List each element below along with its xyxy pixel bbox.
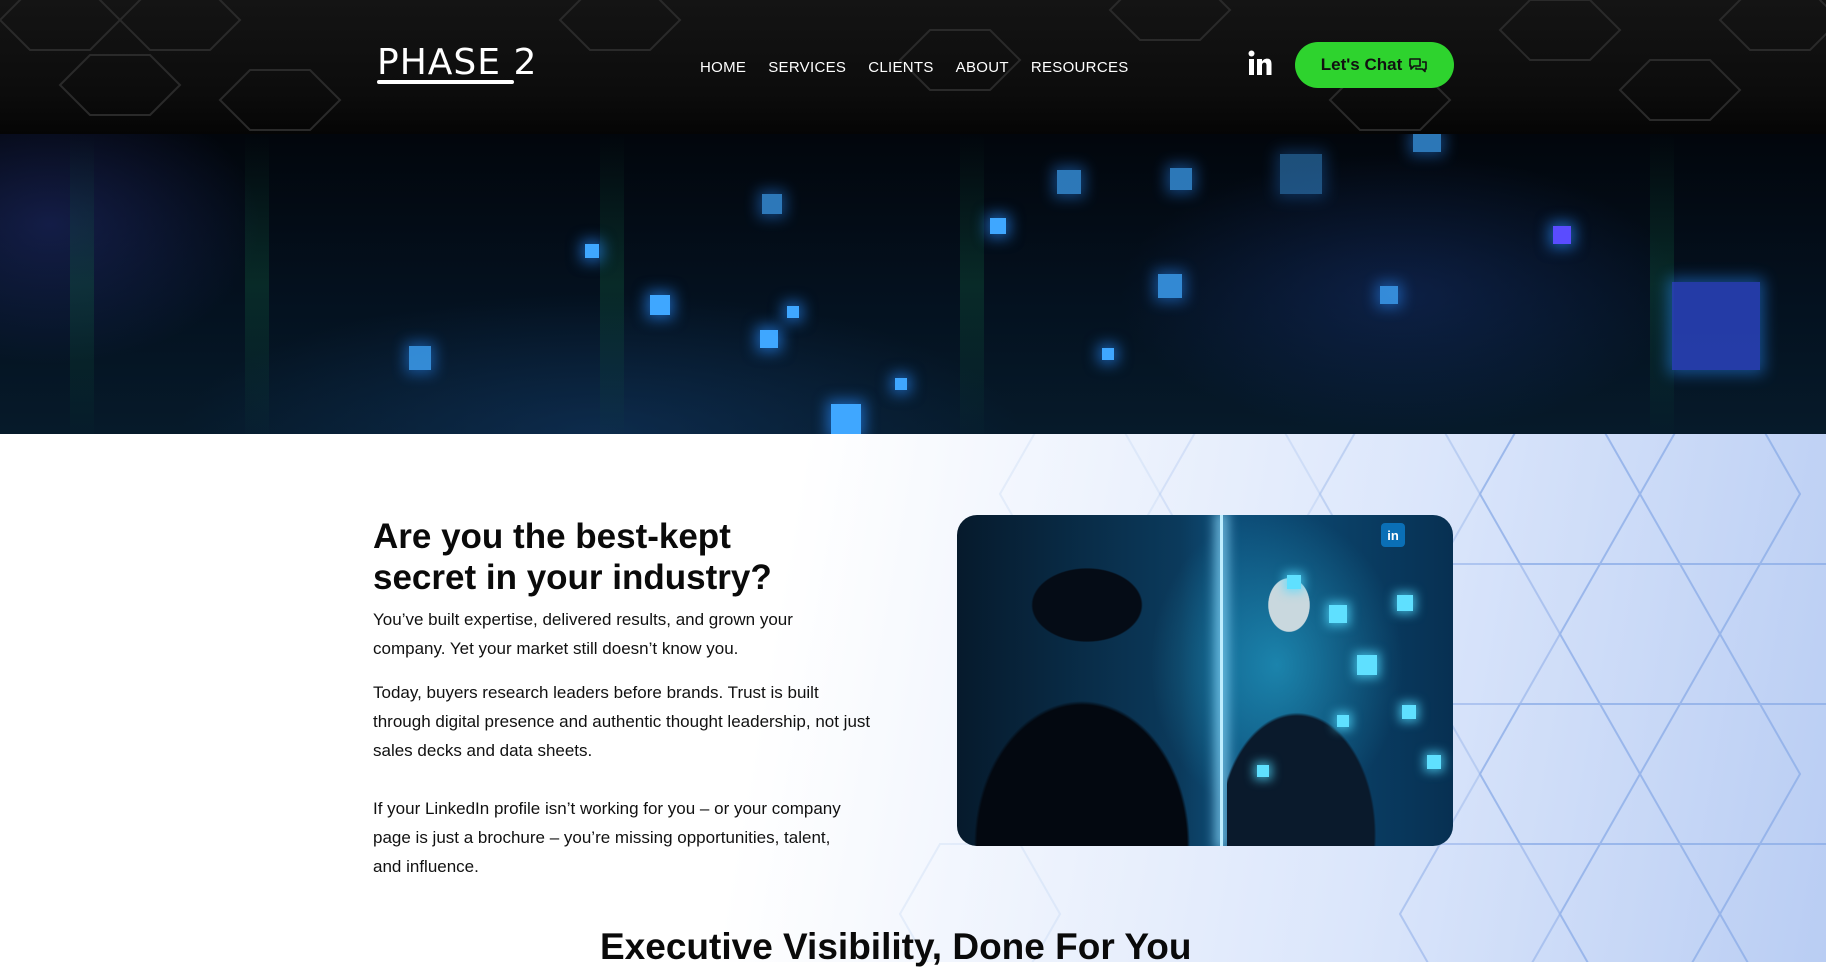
- light-stripe: [1650, 134, 1674, 434]
- nav-resources[interactable]: RESOURCES: [1031, 59, 1129, 76]
- glowing-square: [585, 244, 599, 258]
- light-stripe: [70, 134, 94, 434]
- logo-underline: [377, 80, 514, 84]
- light-stripe: [960, 134, 984, 434]
- main-nav: HOME SERVICES CLIENTS ABOUT RESOURCES: [700, 59, 1151, 76]
- glowing-square: [1170, 168, 1192, 190]
- light-stripe: [245, 134, 269, 434]
- light-divider: [1220, 515, 1223, 846]
- nav-home[interactable]: HOME: [700, 59, 746, 76]
- content-background: [0, 434, 1826, 962]
- chat-bubbles-icon: [1409, 58, 1428, 73]
- nav-clients[interactable]: CLIENTS: [868, 59, 933, 76]
- glowing-square: [650, 295, 670, 315]
- glowing-square: [831, 404, 861, 434]
- glowing-square: [1672, 282, 1760, 370]
- glowing-square: [1337, 715, 1349, 727]
- glowing-square: [895, 378, 907, 390]
- glowing-square: [1397, 595, 1413, 611]
- executive-photo: in: [957, 515, 1453, 846]
- glowing-square: [787, 306, 799, 318]
- glowing-square: [1257, 765, 1269, 777]
- site-logo[interactable]: PHASE 2: [377, 42, 537, 83]
- glowing-square: [1280, 154, 1322, 194]
- intro-paragraph: If your LinkedIn profile isn’t working f…: [373, 799, 841, 876]
- glowing-square: [762, 194, 782, 214]
- lets-chat-label: Let's Chat: [1320, 55, 1403, 74]
- lets-chat-button[interactable]: Let's Chat: [1295, 42, 1454, 88]
- intro-paragraph: You’ve built expertise, delivered result…: [373, 610, 793, 658]
- glowing-square: [1380, 286, 1398, 304]
- glowing-square: [1057, 170, 1081, 194]
- nav-services[interactable]: SERVICES: [768, 59, 846, 76]
- intro-paragraph: Today, buyers research leaders before br…: [373, 683, 871, 760]
- executive-figure: [1227, 555, 1377, 846]
- site-header: PHASE 2 HOME SERVICES CLIENTS ABOUT RESO…: [0, 0, 1826, 134]
- glowing-square: [1357, 655, 1377, 675]
- glowing-square: [1413, 134, 1441, 152]
- nav-about[interactable]: ABOUT: [956, 59, 1009, 76]
- glowing-square: [1402, 705, 1416, 719]
- hexagon-pattern: [898, 434, 1826, 962]
- glowing-square: [1553, 226, 1571, 244]
- glowing-square: [1427, 755, 1441, 769]
- glowing-square: [760, 330, 778, 348]
- glowing-square: [409, 346, 431, 370]
- hero-banner: [0, 134, 1826, 434]
- linkedin-badge-icon: in: [1381, 523, 1405, 547]
- light-stripe: [600, 134, 624, 434]
- glowing-square: [1329, 605, 1347, 623]
- linkedin-icon[interactable]: [1248, 50, 1272, 76]
- glowing-square: [1102, 348, 1114, 360]
- intro-headline: Are you the best-kept secret in your ind…: [373, 517, 772, 597]
- glowing-square: [1287, 575, 1301, 589]
- glowing-square: [1158, 274, 1182, 298]
- silhouette-figure: [967, 545, 1197, 846]
- glowing-square: [990, 218, 1006, 234]
